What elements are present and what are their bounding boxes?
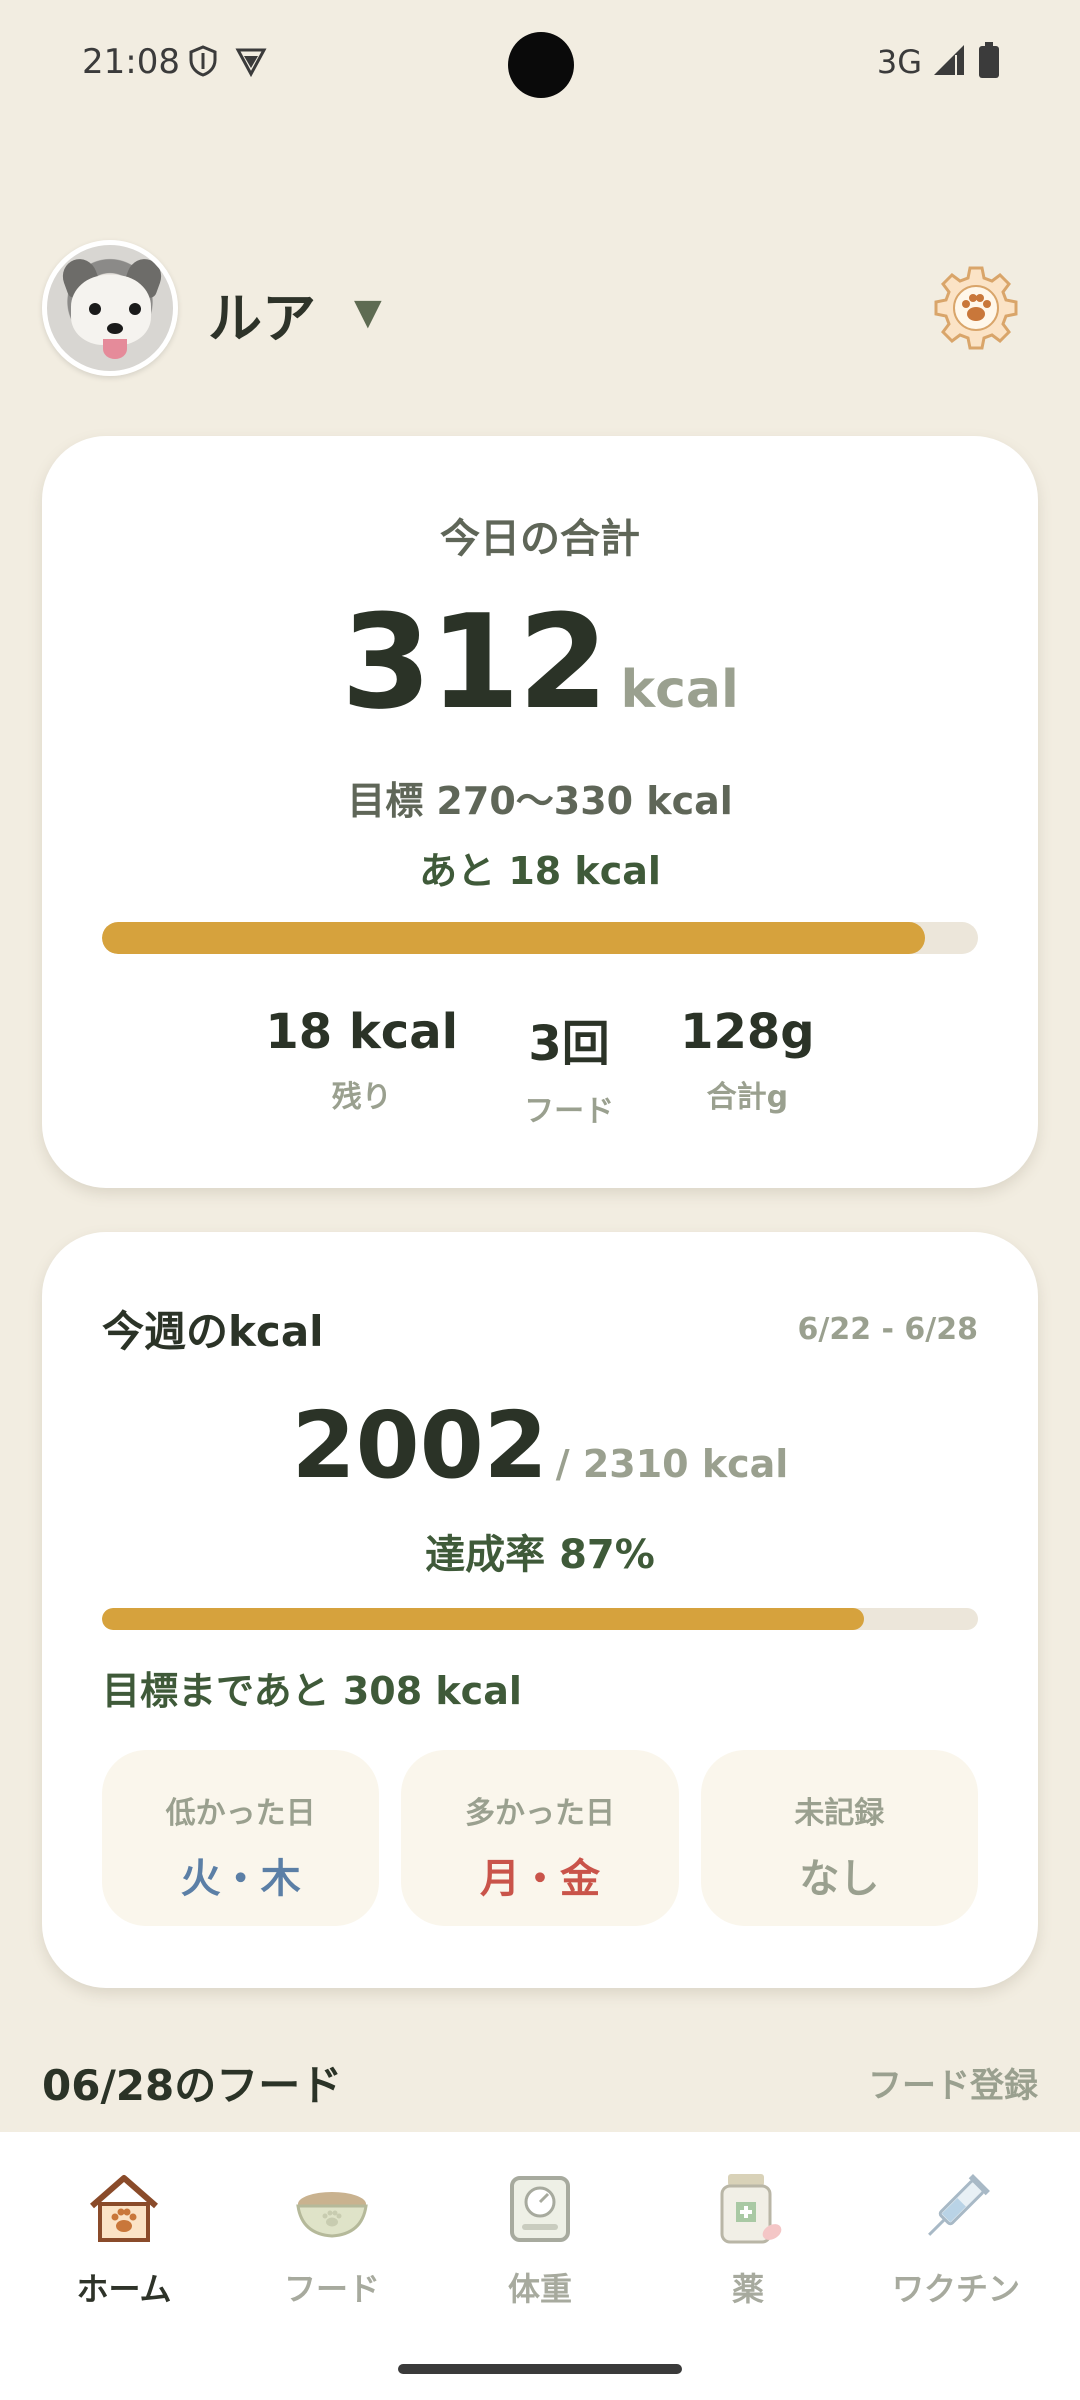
today-summary-card: 今日の合計 312 kcal 目標 270〜330 kcal あと 18 kcal… — [42, 436, 1038, 1188]
nav-home[interactable]: ホーム — [16, 2166, 232, 2310]
today-target: 目標 270〜330 kcal — [347, 779, 733, 823]
nav-medicine[interactable]: 薬 — [640, 2166, 856, 2310]
week-title: 今週のkcal — [102, 1307, 324, 1356]
avatar-tongue — [103, 339, 127, 359]
stat-remaining: 18 kcal 残り — [265, 1004, 458, 1130]
syringe-icon — [914, 2166, 998, 2250]
nav-label: 薬 — [731, 2270, 764, 2308]
scale-icon — [498, 2166, 582, 2250]
week-total-value: 2002 — [291, 1392, 548, 1499]
week-progress-fill — [102, 1608, 865, 1630]
food-bowl-icon — [290, 2166, 374, 2250]
nav-label: ホーム — [76, 2270, 172, 2308]
stat-label: 合計g — [706, 1080, 789, 1115]
stat-total-grams: 128g 合計g — [680, 1004, 815, 1130]
stat-value: 128g — [680, 1004, 815, 1060]
day-box-label: 低かった日 — [165, 1796, 316, 1831]
shield-icon — [186, 44, 220, 78]
today-stats: 18 kcal 残り 3回 フード 128g 合計g — [42, 1004, 1038, 1130]
low-days-box[interactable]: 低かった日 火・木 — [102, 1750, 380, 1926]
today-remaining: あと 18 kcal — [419, 849, 661, 893]
stat-label: 残り — [331, 1080, 392, 1115]
week-progress-bar — [102, 1608, 978, 1630]
stat-label: フード — [524, 1094, 615, 1129]
today-total: 312 kcal — [42, 586, 1038, 738]
pet-name[interactable]: ルア — [208, 274, 316, 353]
day-box-value: 月・金 — [479, 1856, 600, 1902]
nav-weight[interactable]: 体重 — [432, 2166, 648, 2310]
high-days-box[interactable]: 多かった日 月・金 — [401, 1750, 679, 1926]
settings-gear-icon[interactable] — [930, 262, 1022, 354]
vpn-icon — [234, 44, 268, 78]
day-box-label: 多かった日 — [464, 1796, 615, 1831]
week-achievement: 達成率 87% — [425, 1532, 655, 1578]
pet-avatar[interactable] — [42, 240, 178, 376]
stat-value: 18 kcal — [265, 1004, 459, 1060]
week-summary-card: 今週のkcal 6/22 - 6/28 2002/ 2310 kcal 達成率 … — [42, 1232, 1038, 1988]
week-range: 6/22 - 6/28 — [797, 1312, 979, 1347]
battery-icon — [978, 42, 1000, 82]
nav-label: フード — [283, 2270, 380, 2308]
today-total-unit: kcal — [620, 660, 739, 720]
signal-icon — [932, 43, 968, 81]
today-total-value: 312 — [341, 586, 608, 738]
week-to-goal: 目標まであと 308 kcal — [102, 1669, 522, 1713]
camera-cutout — [508, 32, 574, 98]
today-progress-fill — [102, 922, 926, 954]
pet-header: ルア ▼ — [42, 240, 1038, 380]
avatar-eye — [129, 303, 141, 315]
home-indicator[interactable] — [398, 2364, 682, 2374]
day-box-label: 未記録 — [794, 1796, 885, 1831]
house-paw-icon — [82, 2166, 166, 2250]
pet-selector-caret-icon[interactable]: ▼ — [354, 292, 382, 333]
stat-value: 3回 — [528, 1016, 610, 1072]
day-box-value: なし — [799, 1856, 880, 1902]
day-box-value: 火・木 — [180, 1856, 301, 1902]
food-register-link[interactable]: フード登録 — [868, 2058, 1038, 2107]
week-goal: / 2310 kcal — [555, 1442, 789, 1486]
avatar-eye — [89, 303, 101, 315]
status-bar: 21:08 3G — [0, 0, 1080, 130]
status-icons-right: 3G — [877, 42, 1000, 82]
food-section-title: 06/28のフード — [42, 2061, 343, 2110]
today-title: 今日の合計 — [440, 516, 640, 562]
today-progress-bar — [102, 922, 978, 954]
stat-food-count: 3回 フード — [524, 1004, 614, 1130]
nav-label: ワクチン — [891, 2270, 1020, 2308]
day-summary-boxes: 低かった日 火・木 多かった日 月・金 未記録 なし — [102, 1750, 978, 1926]
nav-label: 体重 — [507, 2270, 572, 2308]
nav-vaccine[interactable]: ワクチン — [848, 2166, 1064, 2310]
unrecorded-days-box[interactable]: 未記録 なし — [700, 1750, 978, 1926]
bottom-navigation: ホーム フード 体重 薬 ワクチン — [0, 2132, 1080, 2400]
avatar-nose — [107, 323, 123, 334]
network-type: 3G — [876, 43, 922, 81]
week-total: 2002/ 2310 kcal — [42, 1392, 1038, 1499]
status-time: 21:08 — [82, 42, 180, 82]
status-icons-left — [186, 44, 268, 78]
nav-food[interactable]: フード — [224, 2166, 440, 2310]
medicine-bottle-icon — [706, 2166, 790, 2250]
